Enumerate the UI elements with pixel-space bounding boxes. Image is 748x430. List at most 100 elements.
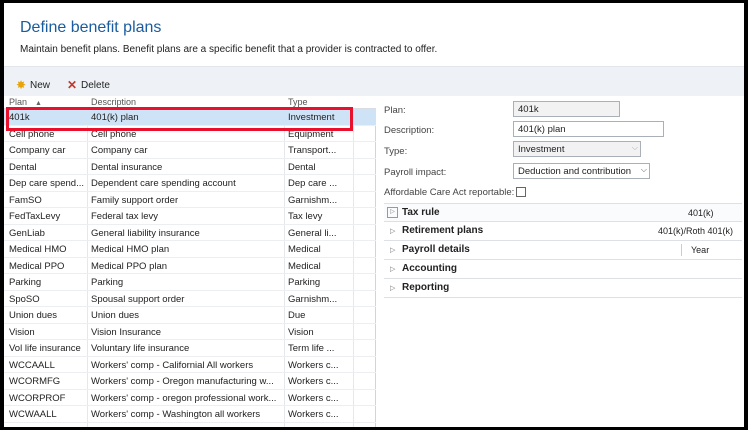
chevron-down-icon: ⌵	[631, 143, 638, 152]
plan-label: Plan:	[384, 105, 406, 116]
cell-type: Transport...	[288, 145, 337, 156]
fasttab-summary: 401(k)	[688, 208, 714, 218]
table-row[interactable]: Medical PPO Medical PPO plan Medical	[4, 258, 376, 274]
cell-type: Garnishm...	[288, 293, 338, 305]
new-button[interactable]: ✸ New	[15, 79, 50, 91]
cell-type: General li...	[288, 227, 337, 239]
cell-plan: Parking	[9, 277, 42, 288]
cell-type: Workers c...	[288, 392, 339, 404]
table-row[interactable]: FamSO Family support order Garnishm...	[4, 192, 376, 208]
cell-plan: Dep care spend...	[9, 178, 84, 189]
benefit-plans-grid: Plan ▲ Description Type 401k 401(k) plan In…	[4, 96, 376, 427]
cell-type: Equipment	[288, 128, 334, 140]
cell-description: Parking	[91, 277, 124, 288]
column-header-description[interactable]: Description	[91, 97, 136, 107]
table-row[interactable]: Union dues Union dues Due	[4, 307, 376, 324]
cell-description: Medical HMO plan	[91, 244, 170, 255]
fasttab-retirement-plans[interactable]: ▷ Retirement plans 401(k)/Roth 401(k)	[384, 222, 742, 241]
table-row[interactable]: Vol life insurance Voluntary life insuran…	[4, 340, 376, 357]
page-header: Define benefit plans Maintain benefit pl…	[4, 3, 744, 66]
cell-type: Workers c...	[288, 359, 339, 371]
cell-description: Workers' comp - Californial All workers	[91, 359, 254, 371]
table-row[interactable]: Vision Vision Insurance Vision	[4, 324, 376, 340]
expand-icon: ▷	[390, 247, 396, 254]
summary-separator	[681, 244, 682, 256]
cell-description: Voluntary life insurance	[91, 343, 190, 354]
fasttab-title: Payroll details	[402, 244, 470, 255]
cell-type: Workers c...	[288, 409, 339, 420]
cell-plan: Company car	[9, 145, 66, 156]
table-row[interactable]: WCORPROF Workers' comp - oregon professio…	[4, 390, 376, 406]
table-row[interactable]: Dep care spend... Dependent care spending…	[4, 175, 376, 192]
description-field[interactable]: 401(k) plan	[513, 121, 664, 137]
cell-type: Dep care ...	[288, 178, 338, 189]
cell-description: Federal tax levy	[91, 211, 159, 222]
table-row[interactable]: Company car Company car Transport...	[4, 142, 376, 159]
column-header-plan[interactable]: Plan ▲	[9, 97, 42, 107]
sort-ascending-icon: ▲	[35, 100, 42, 107]
table-row[interactable]: SpoSO Spousal support order Garnishm...	[4, 291, 376, 307]
fasttab-title: Retirement plans	[402, 225, 484, 236]
fasttab-reporting[interactable]: ▷ Reporting	[384, 279, 742, 298]
column-header-plan-label: Plan	[9, 97, 28, 107]
fasttab-summary: Year	[691, 245, 710, 255]
cell-type: Dental	[288, 161, 316, 173]
table-row[interactable]: WCCAALL Workers' comp - Californial All w…	[4, 357, 376, 373]
cell-type: Parking	[288, 277, 321, 288]
plan-field[interactable]: 401k	[513, 101, 620, 117]
description-label: Description:	[384, 125, 435, 136]
table-row[interactable]: FedTaxLevy Federal tax levy Tax levy	[4, 208, 376, 225]
table-row[interactable]: 401k 401(k) plan Investment	[4, 109, 376, 126]
cell-description: General liability insurance	[91, 227, 200, 239]
cell-description: Workers' comp - Oregon manufacturing w..…	[91, 376, 274, 387]
fasttab-accounting[interactable]: ▷ Accounting	[384, 260, 742, 279]
cell-plan: FedTaxLevy	[9, 211, 61, 222]
cell-description: Family support order	[91, 194, 179, 206]
cell-plan: WCORPROF	[9, 392, 66, 404]
table-row[interactable]: Dental Dental insurance Dental	[4, 159, 376, 175]
payroll-impact-value: Deduction and contribution	[518, 166, 632, 177]
expand-icon: ▷	[387, 207, 398, 218]
cell-type: Investment	[288, 112, 335, 123]
grid-rows: 401k 401(k) plan Investment Cell phone Cell …	[4, 109, 376, 423]
new-button-label: New	[30, 79, 51, 91]
table-row[interactable]: WCORMFG Workers' comp - Oregon manufactur…	[4, 373, 376, 390]
cell-description: Union dues	[91, 310, 140, 321]
table-row[interactable]: Medical HMO Medical HMO plan Medical	[4, 241, 376, 258]
payroll-impact-dropdown[interactable]: Deduction and contribution ⌵	[513, 163, 650, 179]
fasttab-title: Tax rule	[402, 207, 440, 218]
fasttab-tax-rule[interactable]: ▷ Tax rule 401(k)	[384, 203, 742, 222]
delete-button[interactable]: ✕ Delete	[66, 79, 110, 91]
cell-type: Term life ...	[288, 343, 335, 354]
sparkle-new-icon: ✸	[15, 78, 27, 92]
cell-type: Medical	[288, 244, 321, 255]
cell-description: Dependent care spending account	[91, 178, 236, 189]
benefit-plans-window: Define benefit plans Maintain benefit pl…	[4, 3, 744, 427]
cell-description: Workers' comp - oregon professional work…	[91, 392, 277, 404]
table-row[interactable]: WCWAALL Workers' comp - Washington all wo…	[4, 406, 376, 423]
expand-icon: ▷	[390, 228, 396, 235]
cell-plan: Union dues	[9, 310, 58, 321]
cell-type: Due	[288, 310, 306, 321]
cell-description: 401(k) plan	[91, 112, 139, 123]
cell-type: Medical	[288, 260, 321, 272]
type-dropdown[interactable]: Investment ⌵	[513, 141, 641, 157]
cell-description: Dental insurance	[91, 161, 163, 173]
column-header-type[interactable]: Type	[288, 97, 308, 107]
table-row[interactable]: GenLiab General liability insurance Genera…	[4, 225, 376, 241]
cell-plan: 401k	[9, 112, 30, 123]
table-row[interactable]: Cell phone Cell phone Equipment	[4, 126, 376, 142]
details-pane: Plan: 401k Description: 401(k) plan Type…	[377, 96, 744, 427]
cell-plan: GenLiab	[9, 227, 45, 239]
aca-reportable-checkbox[interactable]	[516, 187, 526, 197]
grid-header: Plan ▲ Description Type	[4, 96, 376, 109]
table-row[interactable]: Parking Parking Parking	[4, 274, 376, 291]
expand-icon: ▷	[390, 266, 396, 273]
aca-reportable-label: Affordable Care Act reportable:	[384, 187, 515, 198]
cell-plan: Dental	[9, 161, 37, 173]
payroll-impact-label: Payroll impact:	[384, 167, 447, 178]
chevron-down-icon: ⌵	[640, 165, 647, 174]
fasttab-payroll-details[interactable]: ▷ Payroll details Year	[384, 241, 742, 260]
cell-description: Workers' comp - Washington all workers	[91, 409, 261, 420]
type-value: Investment	[518, 144, 565, 155]
